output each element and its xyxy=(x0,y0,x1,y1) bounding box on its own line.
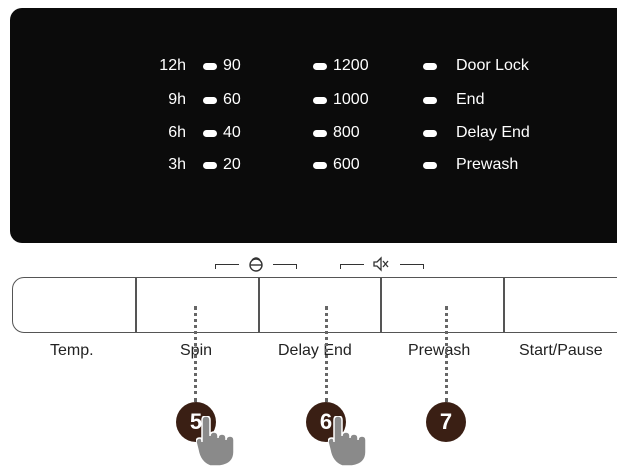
status-led-prewash xyxy=(423,162,437,169)
callout-line-5 xyxy=(194,306,197,402)
time-label-12h: 12h xyxy=(159,57,186,74)
temp-button[interactable] xyxy=(13,278,135,332)
status-led-end xyxy=(423,97,437,104)
delay-end-button[interactable] xyxy=(259,278,380,332)
callout-line-6 xyxy=(325,306,328,402)
status-label-end: End xyxy=(456,91,485,108)
spin-label-1000: 1000 xyxy=(333,91,369,108)
pointing-hand-icon xyxy=(328,416,367,466)
temp-label-40: 40 xyxy=(223,124,241,141)
start-pause-button[interactable] xyxy=(504,278,617,332)
callout-line-7 xyxy=(445,306,448,402)
status-led-door-lock xyxy=(423,63,437,70)
spin-button[interactable] xyxy=(136,278,258,332)
time-label-3h: 3h xyxy=(168,156,186,173)
display-panel: 12h 9h 6h 3h 90 60 40 20 1200 1000 800 6… xyxy=(10,8,617,243)
spin-label-600: 600 xyxy=(333,156,360,173)
spin-led-800 xyxy=(313,130,327,137)
temp-led-20 xyxy=(203,162,217,169)
temp-led-40 xyxy=(203,130,217,137)
child-lock-bracket xyxy=(215,256,297,272)
temp-button-label: Temp. xyxy=(50,342,94,359)
mute-bracket xyxy=(340,256,424,272)
temp-led-60 xyxy=(203,97,217,104)
temp-led-90 xyxy=(203,63,217,70)
prewash-button-label: Prewash xyxy=(408,342,471,359)
delay-end-button-label: Delay End xyxy=(278,342,352,359)
spin-label-800: 800 xyxy=(333,124,360,141)
status-label-delay-end: Delay End xyxy=(456,124,530,141)
temp-label-20: 20 xyxy=(223,156,241,173)
time-label-9h: 9h xyxy=(168,91,186,108)
child-lock-icon xyxy=(249,257,263,272)
prewash-button[interactable] xyxy=(381,278,503,332)
spin-led-1000 xyxy=(313,97,327,104)
status-led-delay-end xyxy=(423,130,437,137)
time-label-6h: 6h xyxy=(168,124,186,141)
status-label-door-lock: Door Lock xyxy=(456,57,529,74)
temp-label-90: 90 xyxy=(223,57,241,74)
spin-led-1200 xyxy=(313,63,327,70)
spin-led-600 xyxy=(313,162,327,169)
status-label-prewash: Prewash xyxy=(456,156,519,173)
start-pause-button-label: Start/Pause xyxy=(519,342,603,359)
temp-label-60: 60 xyxy=(223,91,241,108)
callout-badge-7: 7 xyxy=(426,402,466,442)
pointing-hand-icon xyxy=(196,416,235,466)
spin-label-1200: 1200 xyxy=(333,57,369,74)
speaker-mute-icon xyxy=(373,256,389,272)
